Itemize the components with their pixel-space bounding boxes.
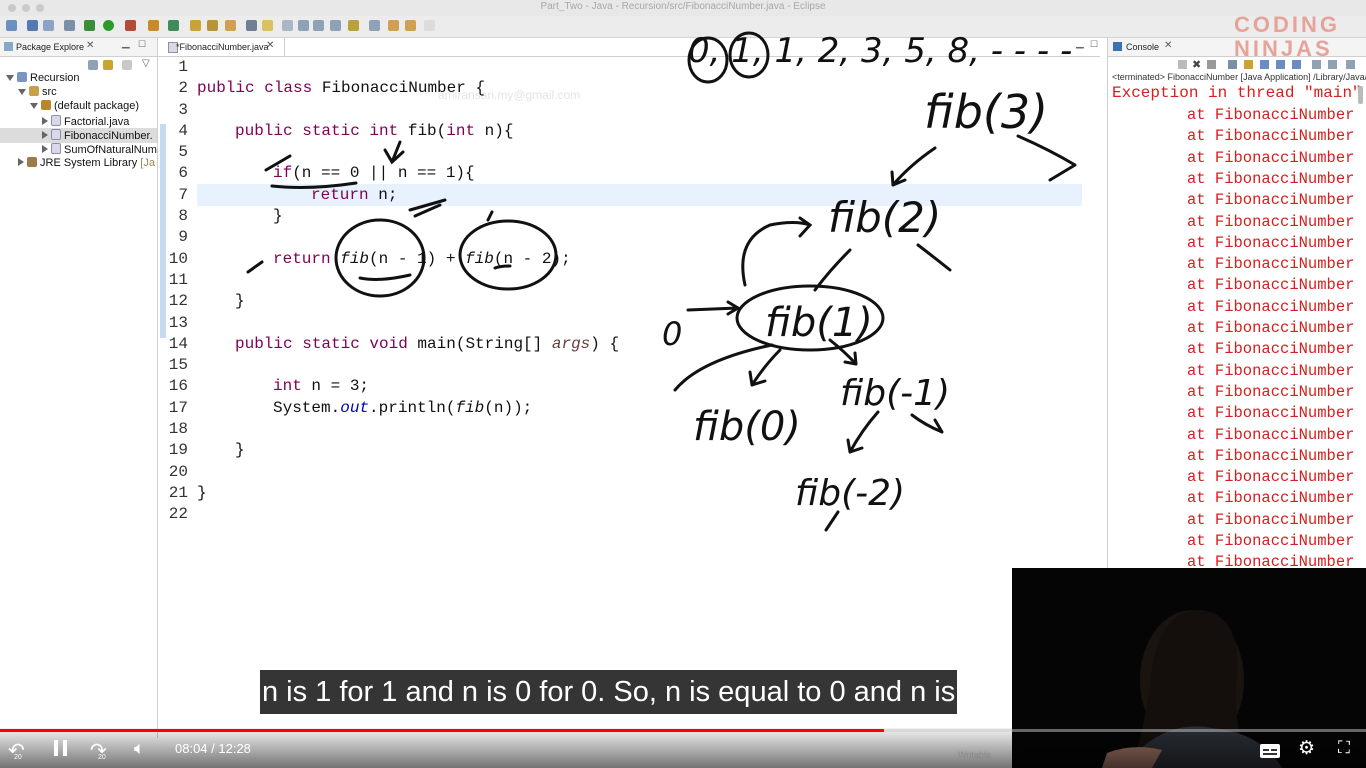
console-line: at FibonacciNumber: [1187, 382, 1355, 401]
console-icon: [1113, 42, 1122, 51]
console-line: at FibonacciNumber: [1187, 255, 1355, 274]
console-terminated-label: <terminated> FibonacciNumber [Java Appli…: [1112, 72, 1366, 82]
video-subtitle: n is 1 for 1 and n is 0 for 0. So, n is …: [260, 670, 958, 714]
node-fibm2: fib(-2): [795, 473, 905, 514]
video-controls: ↶ 20 ↷ 20 🔈︎ 08:04 / 12:28 Writable ⚙ ⛶: [0, 728, 1366, 768]
node-fibm1: fib(-1): [840, 373, 950, 414]
time-display: 08:04 / 12:28: [175, 741, 251, 756]
console-line: at FibonacciNumber: [1187, 212, 1355, 231]
console-line: at FibonacciNumber: [1187, 446, 1355, 465]
console-line: at FibonacciNumber: [1187, 489, 1355, 508]
arrow-fib3-fib2: [890, 146, 937, 187]
underline-mark: [270, 181, 358, 189]
console-line: at FibonacciNumber: [1187, 127, 1355, 146]
word-wrap-icon[interactable]: [1260, 60, 1269, 69]
clear-console-icon[interactable]: [1228, 60, 1237, 69]
node-fib1: fib(1): [765, 300, 873, 346]
tick-mark: [246, 260, 264, 274]
terminate-icon[interactable]: [1178, 60, 1187, 69]
skip-forward-label: 20: [98, 754, 106, 761]
remove-launch-icon[interactable]: ✖: [1192, 58, 1201, 71]
captions-icon[interactable]: [1260, 742, 1280, 763]
console-line: at FibonacciNumber: [1187, 148, 1355, 167]
node-fib0: fib(0): [693, 404, 801, 450]
video-progress-fill: [0, 729, 884, 732]
console-line: at FibonacciNumber: [1187, 404, 1355, 423]
tick-mark: [824, 510, 840, 532]
console-line: at FibonacciNumber: [1187, 425, 1355, 444]
circle-fib-n-1: [334, 218, 426, 298]
show-stderr-icon[interactable]: [1292, 60, 1301, 69]
arrow-fib1-fib0: [748, 348, 782, 387]
console-line: at FibonacciNumber: [1187, 106, 1355, 124]
console-tab-label: Console: [1126, 42, 1160, 52]
logo-top: CODING: [1234, 12, 1340, 37]
console-line: at FibonacciNumber: [1187, 297, 1355, 316]
open-console-icon[interactable]: [1346, 60, 1355, 69]
circle-fib-n-2: [458, 219, 558, 291]
coding-ninjas-logo: CODING NINJAS: [1234, 12, 1340, 58]
console-scrollbar[interactable]: [1358, 86, 1363, 104]
zero-label: 0: [662, 315, 682, 353]
volume-icon[interactable]: 🔈︎: [134, 738, 145, 759]
editor-status-writable: Writable: [958, 750, 991, 760]
console-line: at FibonacciNumber: [1187, 319, 1355, 337]
underline-mark: [358, 273, 412, 281]
console-exception-header: Exception in thread "main": [1112, 84, 1362, 102]
video-progress-bar[interactable]: [0, 729, 1366, 732]
console-line: at FibonacciNumber: [1187, 532, 1355, 550]
fullscreen-icon[interactable]: ⛶: [1338, 738, 1350, 758]
tick-mark: [264, 154, 292, 172]
console-line: at FibonacciNumber: [1187, 233, 1355, 252]
arrow-fib2-fib1: [813, 248, 852, 292]
pin-console-icon[interactable]: [1312, 60, 1321, 69]
close-icon[interactable]: ✕: [1164, 40, 1172, 51]
pause-icon[interactable]: [54, 740, 68, 761]
loop-arrow: [741, 216, 813, 287]
remove-all-icon[interactable]: [1207, 60, 1216, 69]
strike-mark: [408, 198, 447, 218]
arrow-fibm1-fibm2: [846, 410, 880, 454]
arrow-zero: [686, 300, 741, 316]
console-line: at FibonacciNumber: [1187, 169, 1355, 188]
logo-bottom: NINJAS: [1234, 36, 1333, 58]
arrow-mark: [383, 140, 405, 165]
console-line: at FibonacciNumber: [1187, 510, 1355, 529]
arrow-fib2-right: [916, 243, 952, 272]
node-fib2: fib(2): [828, 193, 941, 242]
settings-gear-icon[interactable]: ⚙: [1298, 737, 1315, 760]
node-fib3: fib(3): [924, 85, 1048, 139]
arrow-fib3-right: [1016, 134, 1077, 182]
display-console-icon[interactable]: [1328, 60, 1337, 69]
console-line: at FibonacciNumber: [1187, 276, 1355, 295]
console-line: at FibonacciNumber: [1187, 191, 1355, 210]
sequence-text: 0, 1, 1, 2, 3, 5, 8, - - - -: [688, 31, 1072, 71]
console-line: at FibonacciNumber: [1187, 340, 1355, 359]
console-line: at FibonacciNumber: [1187, 361, 1355, 380]
console-line: at FibonacciNumber: [1187, 468, 1355, 487]
show-stdout-icon[interactable]: [1276, 60, 1285, 69]
arrow-fibm1-right: [910, 413, 944, 434]
skip-back-label: 20: [14, 754, 22, 761]
scroll-lock-icon[interactable]: [1244, 60, 1253, 69]
